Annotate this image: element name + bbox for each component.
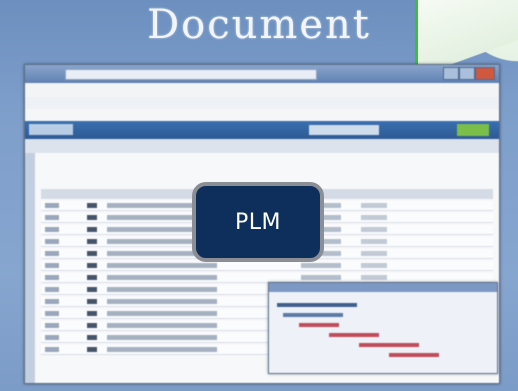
table-cell [361,239,387,244]
browser-menubar [25,83,499,98]
table-cell [107,275,217,280]
table-cell [107,287,217,292]
close-icon [475,67,495,80]
gantt-bar [283,313,343,317]
app-header [25,121,499,139]
table-cell [87,251,97,256]
table-cell [45,335,59,340]
table-cell [361,263,387,268]
gantt-popup-screenshot [268,282,498,374]
table-cell [107,311,217,316]
side-panel [25,153,35,383]
table-cell [45,311,59,316]
table-cell [87,311,97,316]
maximize-icon [459,67,475,80]
gantt-bar [277,303,357,307]
table-cell [45,239,59,244]
table-cell [87,215,97,220]
table-cell [45,287,59,292]
plm-badge: PLM [192,182,324,262]
table-cell [301,275,341,280]
table-cell [107,323,217,328]
table-cell [361,275,387,280]
table-cell [107,263,217,268]
gantt-bar [389,353,439,357]
table-cell [87,347,97,352]
table-cell [87,323,97,328]
gantt-bar [329,333,379,337]
slide-title: Document [147,2,371,48]
table-cell [361,203,387,208]
popup-titlebar [269,283,497,292]
table-cell [45,203,59,208]
table-cell [45,275,59,280]
table-cell [45,347,59,352]
gantt-bar [299,323,339,327]
slide-background: Document PLM [0,0,518,391]
table-cell [361,251,387,256]
table-cell [361,215,387,220]
table-cell [87,275,97,280]
app-action-button [457,124,489,136]
gantt-bar [359,343,419,347]
table-cell [107,299,217,304]
app-search-field [309,125,379,135]
table-cell [87,299,97,304]
app-subnav [25,139,499,154]
address-bar [65,69,317,80]
table-cell [87,335,97,340]
table-cell [87,287,97,292]
table-cell [45,299,59,304]
table-cell [361,227,387,232]
app-logo [29,124,73,135]
table-cell [45,215,59,220]
table-cell [45,227,59,232]
table-cell [87,227,97,232]
browser-titlebar [25,65,499,83]
table-cell [107,335,217,340]
table-cell [87,239,97,244]
minimize-icon [443,67,459,80]
table-row [41,261,493,271]
table-cell [87,263,97,268]
table-cell [45,263,59,268]
table-cell [301,263,341,268]
table-cell [107,347,217,352]
table-cell [45,251,59,256]
table-cell [87,203,97,208]
table-cell [45,323,59,328]
